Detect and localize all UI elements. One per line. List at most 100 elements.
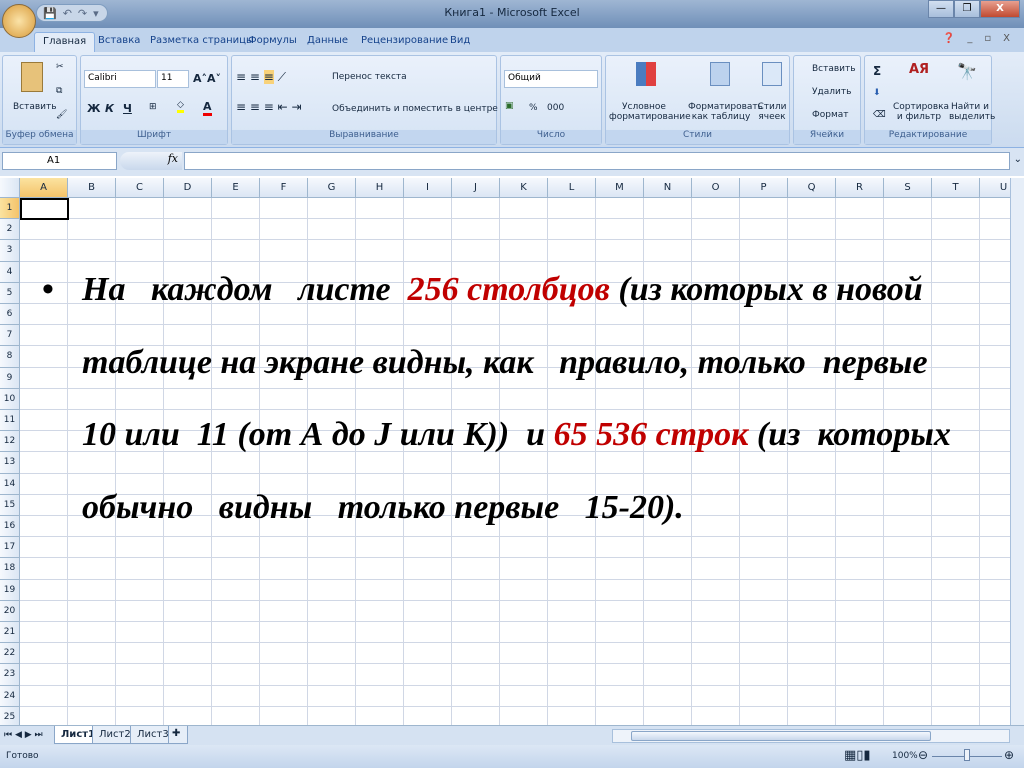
- format-as-table-button[interactable]: Форматировать как таблицу: [688, 102, 763, 122]
- close-doc-icon[interactable]: X: [1003, 33, 1010, 44]
- column-header[interactable]: O: [692, 178, 740, 198]
- format-cells-button[interactable]: Формат: [812, 110, 849, 120]
- tab-view[interactable]: Вид: [442, 32, 478, 49]
- row-header[interactable]: 7: [0, 325, 20, 347]
- sort-filter-button[interactable]: Сортировка и фильтр: [893, 102, 949, 122]
- column-header[interactable]: D: [164, 178, 212, 198]
- row-header[interactable]: 15: [0, 494, 20, 516]
- column-header[interactable]: E: [212, 178, 260, 198]
- row-header[interactable]: 23: [0, 664, 20, 686]
- copy-icon[interactable]: ⧉: [56, 86, 62, 96]
- row-header[interactable]: 12: [0, 431, 20, 453]
- cell-styles-button[interactable]: Стили ячеек: [756, 102, 788, 122]
- row-header[interactable]: 22: [0, 643, 20, 665]
- column-header[interactable]: S: [884, 178, 932, 198]
- row-header[interactable]: 19: [0, 579, 20, 601]
- row-header[interactable]: 8: [0, 346, 20, 368]
- font-color-icon[interactable]: A: [203, 100, 212, 116]
- zoom-level[interactable]: 100%: [892, 751, 918, 761]
- tab-insert[interactable]: Вставка: [90, 32, 148, 49]
- row-header[interactable]: 1: [0, 198, 20, 220]
- row-header[interactable]: 13: [0, 452, 20, 474]
- close-button[interactable]: X: [980, 0, 1020, 18]
- thousands-button[interactable]: 000: [547, 103, 564, 113]
- insert-cells-button[interactable]: Вставить: [812, 64, 856, 74]
- tab-data[interactable]: Данные: [299, 32, 356, 49]
- formula-input[interactable]: [184, 152, 1010, 170]
- column-header[interactable]: F: [260, 178, 308, 198]
- tab-formulas[interactable]: Формулы: [240, 32, 305, 49]
- column-header[interactable]: R: [836, 178, 884, 198]
- row-header[interactable]: 4: [0, 261, 20, 283]
- bold-button[interactable]: Ж: [87, 102, 100, 115]
- column-header[interactable]: K: [500, 178, 548, 198]
- tab-review[interactable]: Рецензирование: [353, 32, 456, 49]
- column-header[interactable]: H: [356, 178, 404, 198]
- restore-doc-icon[interactable]: ▫: [984, 33, 991, 44]
- paste-icon[interactable]: [21, 62, 43, 92]
- number-format-select[interactable]: Общий: [504, 70, 598, 88]
- underline-button[interactable]: Ч: [123, 102, 132, 115]
- zoom-slider-thumb[interactable]: [964, 749, 970, 761]
- row-header[interactable]: 20: [0, 600, 20, 622]
- borders-icon[interactable]: ⊞: [149, 102, 157, 112]
- merge-center-button[interactable]: Объединить и поместить в центре: [332, 104, 498, 114]
- align-top-icon[interactable]: ≡ ≡ ≡ ⟋: [236, 70, 286, 85]
- paste-button[interactable]: Вставить: [13, 102, 57, 112]
- name-box[interactable]: A1: [2, 152, 117, 170]
- vertical-scrollbar[interactable]: [1010, 178, 1024, 725]
- row-header[interactable]: 10: [0, 388, 20, 410]
- scroll-thumb[interactable]: [631, 731, 931, 741]
- clear-icon[interactable]: ⌫: [873, 110, 886, 120]
- italic-button[interactable]: К: [105, 102, 114, 115]
- row-header[interactable]: 14: [0, 473, 20, 495]
- format-painter-icon[interactable]: 🖌: [56, 110, 67, 120]
- find-select-button[interactable]: Найти и выделить: [949, 102, 995, 122]
- row-header[interactable]: 11: [0, 410, 20, 432]
- row-header[interactable]: 25: [0, 706, 20, 725]
- column-header[interactable]: M: [596, 178, 644, 198]
- zoom-out-icon[interactable]: ⊖: [918, 748, 928, 762]
- row-header[interactable]: 9: [0, 367, 20, 389]
- fill-color-icon[interactable]: ◇: [177, 100, 184, 113]
- delete-cells-button[interactable]: Удалить: [812, 87, 851, 97]
- tab-home[interactable]: Главная: [34, 32, 96, 53]
- help-icon[interactable]: ❓: [943, 33, 955, 44]
- column-header[interactable]: L: [548, 178, 596, 198]
- column-header[interactable]: J: [452, 178, 500, 198]
- currency-icon[interactable]: ▣: [505, 101, 514, 111]
- percent-button[interactable]: %: [529, 103, 538, 113]
- minimize-button[interactable]: —: [928, 0, 954, 18]
- grow-font-icon[interactable]: A˄A˅: [193, 72, 221, 85]
- row-header[interactable]: 16: [0, 516, 20, 538]
- zoom-in-icon[interactable]: ⊕: [1004, 748, 1014, 762]
- font-name-select[interactable]: Calibri: [84, 70, 156, 88]
- row-header[interactable]: 6: [0, 304, 20, 326]
- sheet-nav-icon[interactable]: ⏮ ◀ ▶ ⏭: [4, 730, 43, 740]
- row-header[interactable]: 24: [0, 685, 20, 707]
- view-normal-icon[interactable]: ▦▯▮: [844, 748, 871, 763]
- row-header[interactable]: 17: [0, 537, 20, 559]
- row-header[interactable]: 2: [0, 219, 20, 241]
- font-size-select[interactable]: 11: [157, 70, 189, 88]
- autosum-button[interactable]: Σ: [873, 64, 881, 78]
- restore-button[interactable]: ❐: [954, 0, 980, 18]
- minimize-doc-icon[interactable]: _: [967, 33, 972, 44]
- column-header[interactable]: C: [116, 178, 164, 198]
- conditional-format-button[interactable]: Условное форматирование: [609, 102, 691, 122]
- column-header[interactable]: I: [404, 178, 452, 198]
- column-header[interactable]: P: [740, 178, 788, 198]
- column-header[interactable]: Q: [788, 178, 836, 198]
- column-header[interactable]: N: [644, 178, 692, 198]
- column-header[interactable]: T: [932, 178, 980, 198]
- column-header[interactable]: A: [20, 178, 68, 198]
- column-header[interactable]: G: [308, 178, 356, 198]
- column-header[interactable]: B: [68, 178, 116, 198]
- wrap-text-button[interactable]: Перенос текста: [332, 72, 407, 82]
- cut-icon[interactable]: ✂: [56, 62, 64, 72]
- row-header[interactable]: 21: [0, 622, 20, 644]
- align-left-icon[interactable]: ≡ ≡ ≡ ⇤ ⇥: [236, 100, 302, 114]
- select-all-corner[interactable]: [0, 178, 20, 198]
- office-button[interactable]: [2, 4, 36, 38]
- active-cell[interactable]: [20, 198, 69, 220]
